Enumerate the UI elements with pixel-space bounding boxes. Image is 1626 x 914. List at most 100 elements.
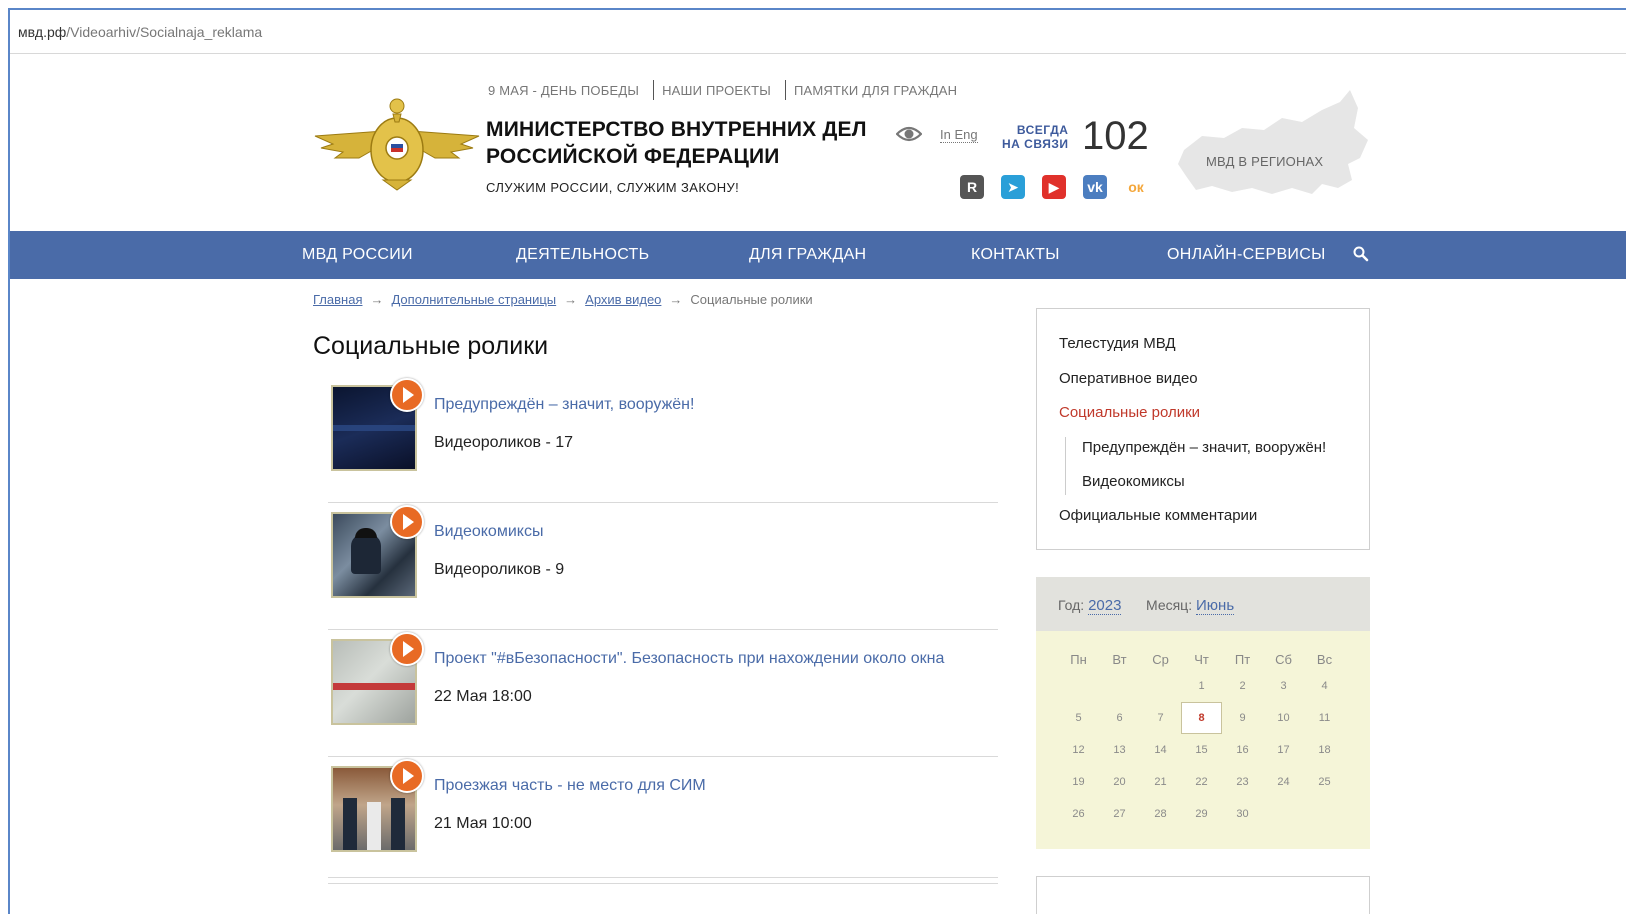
video-title-link[interactable]: Видеокомиксы — [434, 523, 543, 541]
calendar-day[interactable]: 23 — [1222, 773, 1263, 805]
calendar-day[interactable]: 15 — [1181, 741, 1222, 773]
url-domain: мвд.рф — [18, 24, 67, 40]
rutube-icon[interactable]: R — [960, 175, 984, 199]
regions-link[interactable]: МВД В РЕГИОНАХ — [1206, 154, 1323, 169]
weekday-label: Пн — [1070, 652, 1087, 667]
url-text[interactable]: мвд.рф/Videoarhiv/Socialnaja_reklama — [18, 24, 262, 40]
calendar-day[interactable]: 5 — [1058, 709, 1099, 741]
odnoklassniki-icon[interactable]: ок — [1124, 175, 1148, 199]
calendar-day[interactable]: 24 — [1263, 773, 1304, 805]
main-nav: МВД РОССИИ ДЕЯТЕЛЬНОСТЬ ДЛЯ ГРАЖДАН КОНТ… — [10, 231, 1626, 279]
breadcrumb-separator: → — [564, 292, 578, 307]
calendar-header: Год: 2023 Месяц: Июнь — [1036, 577, 1370, 631]
calendar-day[interactable]: 7 — [1140, 709, 1181, 741]
youtube-icon[interactable]: ▶ — [1042, 175, 1066, 199]
breadcrumb-additional-pages[interactable]: Дополнительные страницы — [391, 292, 556, 307]
breadcrumb-current: Социальные ролики — [690, 292, 813, 307]
calendar-day[interactable]: 22 — [1181, 773, 1222, 805]
mvd-emblem-logo[interactable] — [313, 92, 481, 192]
video-title-link[interactable]: Проезжая часть - не место для СИМ — [434, 777, 706, 795]
always-line1: ВСЕГДА — [1016, 123, 1069, 137]
calendar-day[interactable]: 8 — [1181, 702, 1222, 734]
calendar-day[interactable]: 4 — [1304, 677, 1345, 709]
vk-icon[interactable]: vk — [1083, 175, 1107, 199]
url-path: /Videoarhiv/Socialnaja_reklama — [66, 24, 263, 40]
video-count: Видеороликов - 17 — [434, 434, 574, 451]
calendar-day[interactable]: 25 — [1304, 773, 1345, 805]
calendar-day[interactable]: 28 — [1140, 805, 1181, 837]
calendar: Год: 2023 Месяц: Июнь Пн Вт Ср Чт Пт Сб Вс 1 2 3 4… — [1036, 577, 1370, 849]
telegram-icon[interactable]: ➤ — [1001, 175, 1025, 199]
nav-contacts[interactable]: КОНТАКТЫ — [971, 246, 1060, 264]
russia-map-icon[interactable] — [1172, 88, 1372, 208]
english-version-link[interactable]: In Eng — [940, 127, 978, 143]
top-link-victory-day[interactable]: 9 МАЯ - ДЕНЬ ПОБЕДЫ — [480, 83, 653, 100]
sidebar-item-social-videos[interactable]: Социальные ролики — [1059, 404, 1200, 421]
video-date: 22 Мая 18:00 — [434, 688, 532, 705]
sidebar-item-official-comments[interactable]: Официальные комментарии — [1059, 507, 1257, 524]
play-icon[interactable] — [390, 759, 424, 793]
play-icon[interactable] — [390, 505, 424, 539]
calendar-day[interactable]: 10 — [1263, 709, 1304, 741]
submenu-line — [1065, 437, 1066, 495]
calendar-day[interactable]: 16 — [1222, 741, 1263, 773]
breadcrumb-video-archive[interactable]: Архив видео — [585, 292, 661, 307]
nav-online-services[interactable]: ОНЛАЙН-СЕРВИСЫ — [1167, 246, 1326, 264]
calendar-day[interactable]: 30 — [1222, 805, 1263, 837]
calendar-day[interactable]: 17 — [1263, 741, 1304, 773]
nav-mvd-russia[interactable]: МВД РОССИИ — [302, 246, 413, 264]
sidebar-next-block — [1036, 876, 1370, 914]
calendar-week: 26 27 28 29 30 — [1058, 805, 1345, 837]
calendar-day[interactable]: 29 — [1181, 805, 1222, 837]
month-select[interactable]: Июнь — [1196, 597, 1235, 615]
play-icon[interactable] — [390, 378, 424, 412]
calendar-week: 5 6 7 8 9 10 11 — [1058, 702, 1345, 741]
video-date: 21 Мая 10:00 — [434, 815, 532, 832]
play-icon[interactable] — [390, 632, 424, 666]
calendar-day[interactable]: 14 — [1140, 741, 1181, 773]
calendar-day[interactable]: 11 — [1304, 709, 1345, 741]
sidebar-item-tv-studio[interactable]: Телестудия МВД — [1059, 335, 1176, 352]
calendar-day[interactable]: 2 — [1222, 677, 1263, 709]
calendar-day[interactable]: 21 — [1140, 773, 1181, 805]
eye-icon[interactable] — [896, 124, 922, 144]
ministry-title[interactable]: МИНИСТЕРСТВО ВНУТРЕННИХ ДЕЛ РОССИЙСКОЙ Ф… — [486, 116, 886, 170]
breadcrumb-home[interactable]: Главная — [313, 292, 362, 307]
sidebar-subitem-videocomics[interactable]: Видеокомиксы — [1082, 473, 1185, 490]
video-list: Предупреждён – значит, вооружён! Видеоро… — [328, 376, 998, 884]
top-links: 9 МАЯ - ДЕНЬ ПОБЕДЫ НАШИ ПРОЕКТЫ ПАМЯТКИ… — [480, 80, 971, 100]
nav-activity[interactable]: ДЕЯТЕЛЬНОСТЬ — [516, 246, 649, 264]
video-count: Видеороликов - 9 — [434, 561, 565, 578]
breadcrumb-separator: → — [669, 292, 683, 307]
emergency-phone[interactable]: 102 — [1082, 114, 1149, 159]
browser-frame: мвд.рф/Videoarhiv/Socialnaja_reklama 9 М… — [8, 8, 1626, 914]
year-label: Год: — [1058, 597, 1085, 613]
calendar-empty-cell — [1140, 677, 1181, 709]
calendar-day[interactable]: 26 — [1058, 805, 1099, 837]
video-title-link[interactable]: Проект "#вБезопасности". Безопасность пр… — [434, 650, 944, 668]
calendar-day[interactable]: 27 — [1099, 805, 1140, 837]
top-link-memos[interactable]: ПАМЯТКИ ДЛЯ ГРАЖДАН — [786, 83, 971, 100]
top-link-our-projects[interactable]: НАШИ ПРОЕКТЫ — [654, 83, 785, 100]
video-item: Видеокомиксы Видеороликов - 9 — [328, 503, 998, 630]
address-bar[interactable]: мвд.рф/Videoarhiv/Socialnaja_reklama — [10, 10, 1626, 54]
calendar-day[interactable]: 18 — [1304, 741, 1345, 773]
divider — [328, 877, 998, 878]
sidebar-subitem-forewarned[interactable]: Предупреждён – значит, вооружён! — [1082, 439, 1326, 456]
weekday-label: Вт — [1112, 652, 1127, 667]
calendar-day[interactable]: 19 — [1058, 773, 1099, 805]
calendar-day[interactable]: 3 — [1263, 677, 1304, 709]
video-title-link[interactable]: Предупреждён – значит, вооружён! — [434, 396, 694, 414]
year-select[interactable]: 2023 — [1088, 597, 1122, 615]
calendar-day[interactable]: 20 — [1099, 773, 1140, 805]
calendar-day[interactable]: 13 — [1099, 741, 1140, 773]
search-icon[interactable] — [1353, 246, 1369, 262]
video-archive-menu: Телестудия МВД Оперативное видео Социаль… — [1036, 308, 1370, 550]
calendar-day[interactable]: 12 — [1058, 741, 1099, 773]
sidebar-item-operative-video[interactable]: Оперативное видео — [1059, 370, 1198, 387]
calendar-day[interactable]: 9 — [1222, 709, 1263, 741]
calendar-empty-cell — [1058, 677, 1099, 709]
calendar-day[interactable]: 6 — [1099, 709, 1140, 741]
nav-for-citizens[interactable]: ДЛЯ ГРАЖДАН — [749, 246, 866, 264]
breadcrumb: Главная → Дополнительные страницы → Архи… — [313, 292, 813, 307]
